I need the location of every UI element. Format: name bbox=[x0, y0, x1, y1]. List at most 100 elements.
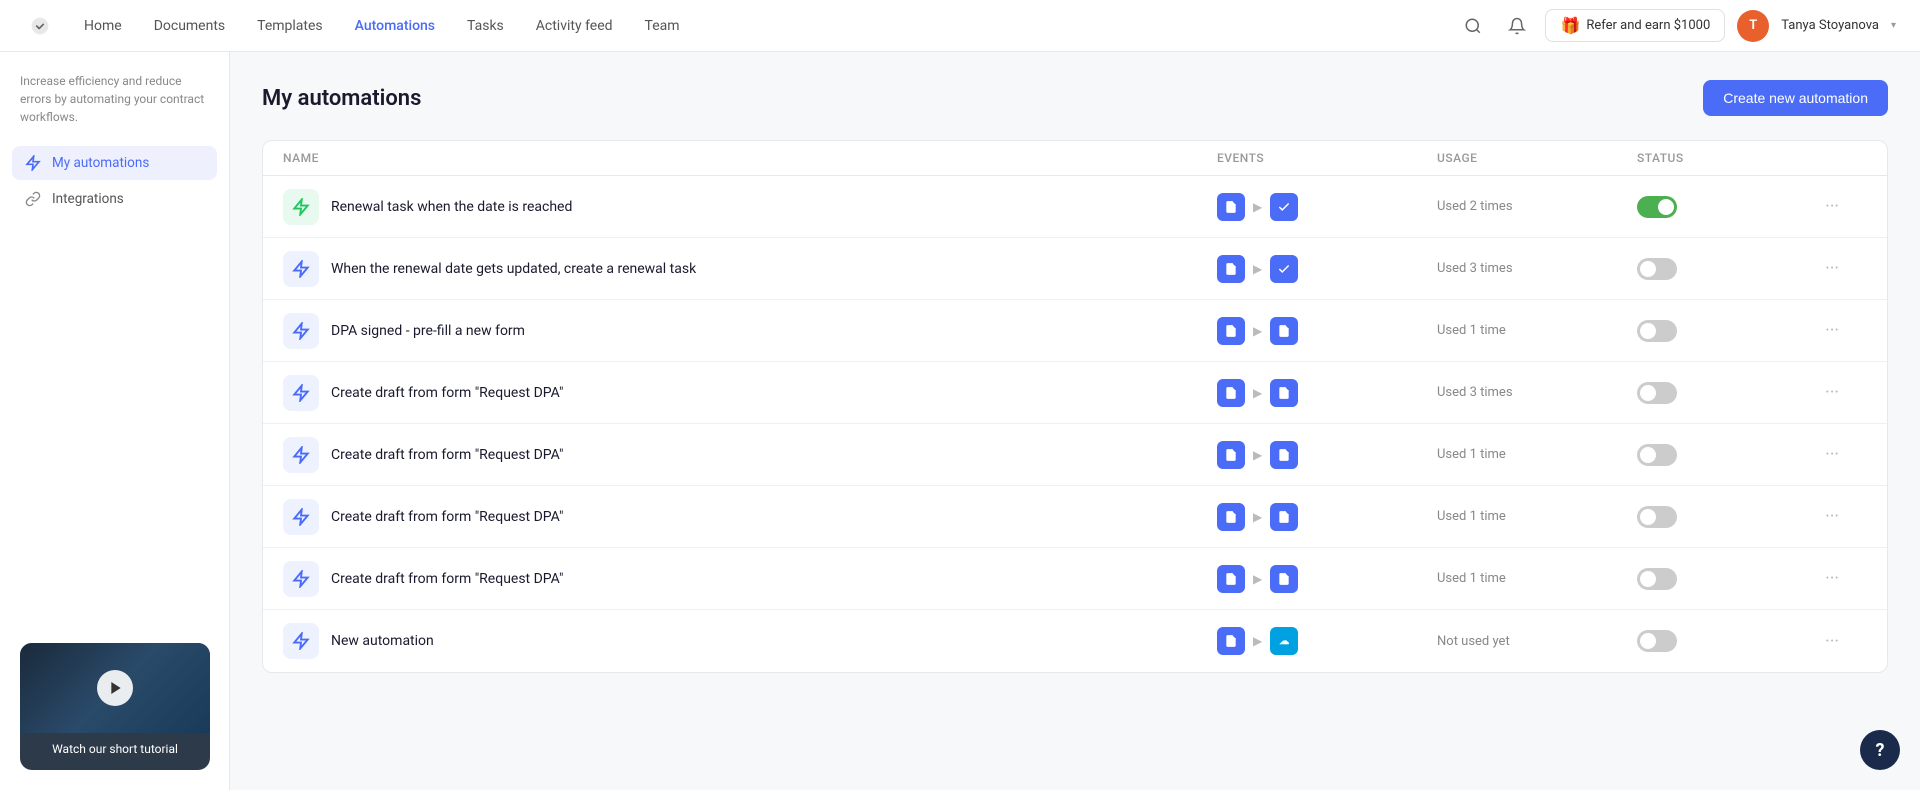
row-name-cell: Create draft from form "Request DPA" bbox=[283, 437, 1217, 473]
col-name: Name bbox=[283, 151, 1217, 165]
table-row[interactable]: Create draft from form "Request DPA" ▶ bbox=[263, 424, 1887, 486]
link-icon bbox=[24, 190, 42, 208]
event-arrow-icon: ▶ bbox=[1253, 200, 1262, 214]
row-usage-cell: Used 3 times bbox=[1437, 261, 1637, 276]
event-trigger-icon bbox=[1217, 379, 1245, 407]
automation-icon bbox=[283, 251, 319, 287]
event-trigger-icon bbox=[1217, 627, 1245, 655]
row-usage-cell: Used 1 time bbox=[1437, 447, 1637, 462]
row-status-cell bbox=[1637, 320, 1817, 342]
tutorial-video-preview bbox=[20, 643, 210, 733]
nav-automations[interactable]: Automations bbox=[343, 12, 447, 40]
event-action-salesforce-icon: ☁ bbox=[1270, 627, 1298, 655]
col-usage: Usage bbox=[1437, 151, 1637, 165]
automation-toggle[interactable] bbox=[1637, 444, 1677, 466]
automation-toggle[interactable] bbox=[1637, 320, 1677, 342]
row-events-cell: ▶ bbox=[1217, 379, 1437, 407]
automation-icon bbox=[283, 561, 319, 597]
more-options-button[interactable]: ··· bbox=[1817, 192, 1867, 221]
event-action-icon bbox=[1270, 565, 1298, 593]
sidebar-item-my-automations[interactable]: My automations bbox=[12, 146, 217, 180]
row-usage-cell: Used 1 time bbox=[1437, 509, 1637, 524]
nav-team[interactable]: Team bbox=[633, 12, 692, 40]
table-row[interactable]: DPA signed - pre-fill a new form ▶ bbox=[263, 300, 1887, 362]
event-trigger-icon bbox=[1217, 503, 1245, 531]
nav-templates[interactable]: Templates bbox=[245, 12, 335, 40]
table-row[interactable]: Create draft from form "Request DPA" ▶ bbox=[263, 486, 1887, 548]
user-name[interactable]: Tanya Stoyanova bbox=[1781, 18, 1879, 33]
row-events-cell: ▶ bbox=[1217, 565, 1437, 593]
notifications-button[interactable] bbox=[1501, 10, 1533, 42]
more-options-button[interactable]: ··· bbox=[1817, 440, 1867, 469]
row-name-cell: When the renewal date gets updated, crea… bbox=[283, 251, 1217, 287]
row-events-cell: ▶ bbox=[1217, 441, 1437, 469]
row-status-cell bbox=[1637, 444, 1817, 466]
nav-documents[interactable]: Documents bbox=[142, 12, 237, 40]
row-status-cell bbox=[1637, 196, 1817, 218]
automation-icon bbox=[283, 623, 319, 659]
sidebar-item-integrations[interactable]: Integrations bbox=[12, 182, 217, 216]
nav-home[interactable]: Home bbox=[72, 12, 134, 40]
automation-name: New automation bbox=[331, 633, 434, 649]
more-options-button[interactable]: ··· bbox=[1817, 564, 1867, 593]
event-action-icon bbox=[1270, 379, 1298, 407]
tutorial-label: Watch our short tutorial bbox=[20, 733, 210, 770]
automation-toggle[interactable] bbox=[1637, 258, 1677, 280]
table-row[interactable]: New automation ▶ ☁ Not used yet bbox=[263, 610, 1887, 672]
main-wrap: Increase efficiency and reduce errors by… bbox=[0, 0, 1920, 790]
event-arrow-icon: ▶ bbox=[1253, 324, 1262, 338]
more-options-button[interactable]: ··· bbox=[1817, 254, 1867, 283]
more-options-button[interactable]: ··· bbox=[1817, 627, 1867, 656]
nav-tasks[interactable]: Tasks bbox=[455, 12, 516, 40]
event-arrow-icon: ▶ bbox=[1253, 510, 1262, 524]
automation-toggle[interactable] bbox=[1637, 630, 1677, 652]
avatar[interactable]: T bbox=[1737, 10, 1769, 42]
chevron-down-icon[interactable]: ▾ bbox=[1891, 20, 1896, 31]
content-header: My automations Create new automation bbox=[262, 80, 1888, 116]
create-automation-button[interactable]: Create new automation bbox=[1703, 80, 1888, 116]
event-trigger-icon bbox=[1217, 565, 1245, 593]
nav-links: Home Documents Templates Automations Tas… bbox=[72, 12, 1457, 40]
table-row[interactable]: Renewal task when the date is reached ▶ bbox=[263, 176, 1887, 238]
more-options-button[interactable]: ··· bbox=[1817, 502, 1867, 531]
tutorial-play-button[interactable] bbox=[97, 670, 133, 706]
gift-icon: 🎁 bbox=[1560, 16, 1580, 35]
automation-name: Create draft from form "Request DPA" bbox=[331, 447, 563, 463]
more-options-button[interactable]: ··· bbox=[1817, 378, 1867, 407]
automation-toggle[interactable] bbox=[1637, 382, 1677, 404]
table-row[interactable]: Create draft from form "Request DPA" ▶ bbox=[263, 548, 1887, 610]
row-name-cell: Renewal task when the date is reached bbox=[283, 189, 1217, 225]
row-events-cell: ▶ bbox=[1217, 503, 1437, 531]
topnav: Home Documents Templates Automations Tas… bbox=[0, 0, 1920, 52]
row-usage-cell: Not used yet bbox=[1437, 634, 1637, 649]
table-row[interactable]: Create draft from form "Request DPA" ▶ bbox=[263, 362, 1887, 424]
sidebar-item-integrations-label: Integrations bbox=[52, 191, 124, 207]
automation-toggle[interactable] bbox=[1637, 568, 1677, 590]
topnav-right: 🎁 Refer and earn $1000 T Tanya Stoyanova… bbox=[1457, 9, 1896, 42]
bolt-icon bbox=[24, 154, 42, 172]
row-events-cell: ▶ bbox=[1217, 317, 1437, 345]
refer-button[interactable]: 🎁 Refer and earn $1000 bbox=[1545, 9, 1725, 42]
sidebar-description: Increase efficiency and reduce errors by… bbox=[12, 72, 217, 126]
automation-toggle[interactable] bbox=[1637, 196, 1677, 218]
automation-toggle[interactable] bbox=[1637, 506, 1677, 528]
app-logo[interactable] bbox=[24, 10, 56, 42]
col-events: Events bbox=[1217, 151, 1437, 165]
event-trigger-icon bbox=[1217, 441, 1245, 469]
row-name-cell: DPA signed - pre-fill a new form bbox=[283, 313, 1217, 349]
more-options-button[interactable]: ··· bbox=[1817, 316, 1867, 345]
col-actions bbox=[1817, 151, 1867, 165]
refer-label: Refer and earn $1000 bbox=[1586, 18, 1710, 33]
nav-activity-feed[interactable]: Activity feed bbox=[524, 12, 625, 40]
search-button[interactable] bbox=[1457, 10, 1489, 42]
row-name-cell: Create draft from form "Request DPA" bbox=[283, 499, 1217, 535]
table-row[interactable]: When the renewal date gets updated, crea… bbox=[263, 238, 1887, 300]
automation-icon bbox=[283, 437, 319, 473]
row-usage-cell: Used 2 times bbox=[1437, 199, 1637, 214]
help-button[interactable]: ? bbox=[1860, 730, 1900, 770]
event-action-icon bbox=[1270, 255, 1298, 283]
event-trigger-icon bbox=[1217, 193, 1245, 221]
main-content: My automations Create new automation Nam… bbox=[230, 52, 1920, 790]
automation-name: Renewal task when the date is reached bbox=[331, 199, 572, 215]
automations-table: Name Events Usage Status Renewal task wh… bbox=[262, 140, 1888, 673]
